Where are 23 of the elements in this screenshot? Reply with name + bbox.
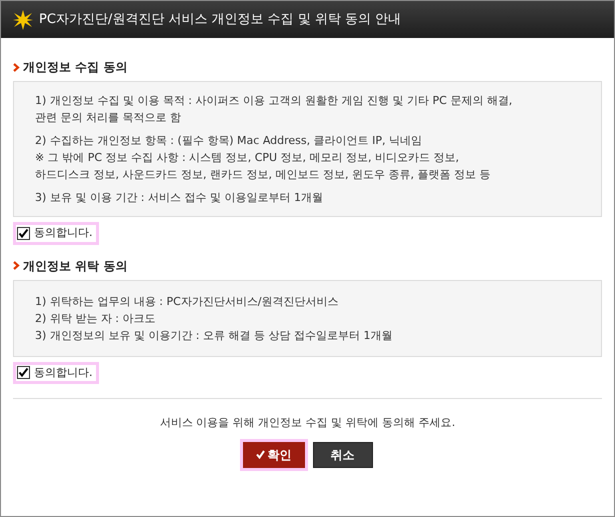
- info-text: 1) 개인정보 수집 및 이용 목적 : 사이퍼즈 이용 고객의 원활한 게임 진행 및 기타 PC 문제의 해결,: [35, 93, 514, 109]
- info-text: 3) 보유 및 이용 기간 : 서비스 접수 및 이용일로부터 1개월: [35, 190, 324, 206]
- info-text: 하드디스크 정보, 사운드카드 정보, 랜카드 정보, 메인보드 정보, 윈도우 종류, 플랫폼 정보 등: [35, 167, 492, 183]
- star-logo-icon: [13, 10, 33, 30]
- chevron-icon: [13, 261, 20, 270]
- agree-checkbox[interactable]: 동의합니다.: [13, 362, 98, 384]
- notice-text: 서비스 이용을 위해 개인정보 수집 및 위탁에 동의해 주세요.: [158, 415, 456, 431]
- chevron-icon: [13, 62, 20, 72]
- info-text: 관련 문의 처리를 목적으로 함: [35, 110, 182, 126]
- section-heading: 개인정보 수집 동의: [23, 59, 128, 76]
- cancel-button[interactable]: 취소: [312, 442, 372, 468]
- info-text: 3) 개인정보의 보유 및 이용기간 : 오류 해결 등 상담 접수일로부터 1개월: [35, 328, 394, 344]
- check-icon: [18, 228, 29, 239]
- confirm-button[interactable]: 확인: [242, 442, 304, 468]
- window-title: PC자가진단/원격진단 서비스 개인정보 수집 및 위탁 동의 안내: [39, 10, 402, 29]
- info-text: 2) 위탁 받는 자 : 아크도: [35, 310, 156, 326]
- check-icon: [18, 367, 29, 378]
- info-text: 1) 위탁하는 업무의 내용 : PC자가진단서비스/원격진단서비스: [35, 294, 340, 310]
- agree-checkbox[interactable]: 동의합니다.: [13, 222, 98, 244]
- section-heading: 개인정보 위탁 동의: [23, 258, 128, 274]
- info-text: ※ 그 밖에 PC 정보 수집 사항 : 시스템 정보, CPU 정보, 메모리 정보, 비디오카드 정보,: [35, 150, 460, 166]
- check-icon: [256, 450, 264, 459]
- info-text: 2) 수집하는 개인정보 항목 : (필수 항목) Mac Address, 클라이언트 IP, 닉네임: [35, 133, 423, 149]
